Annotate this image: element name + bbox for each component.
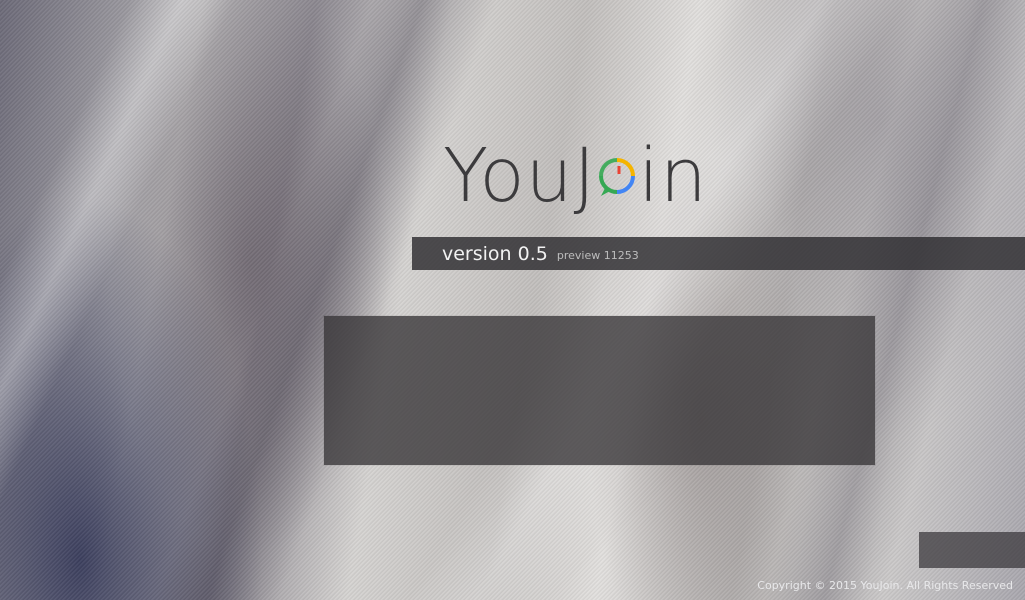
logo-ring-icon <box>597 154 637 198</box>
logo-text-prefix: YouJ <box>443 133 597 219</box>
version-label: version 0.5 <box>442 242 548 265</box>
preview-build-label: preview 11253 <box>556 248 639 262</box>
app-logo: YouJ in <box>443 133 708 219</box>
content-panel <box>324 316 875 465</box>
corner-button[interactable] <box>919 532 1025 568</box>
background-texture <box>0 0 1025 600</box>
version-bar: version 0.5 preview 11253 <box>412 237 1025 270</box>
copyright-text: Copyright © 2015 YouJoin. All Rights Res… <box>757 579 1013 592</box>
logo-text-suffix: in <box>638 133 708 219</box>
splash-screen: YouJ in version 0.5 preview 11253 Copyri… <box>0 0 1025 600</box>
